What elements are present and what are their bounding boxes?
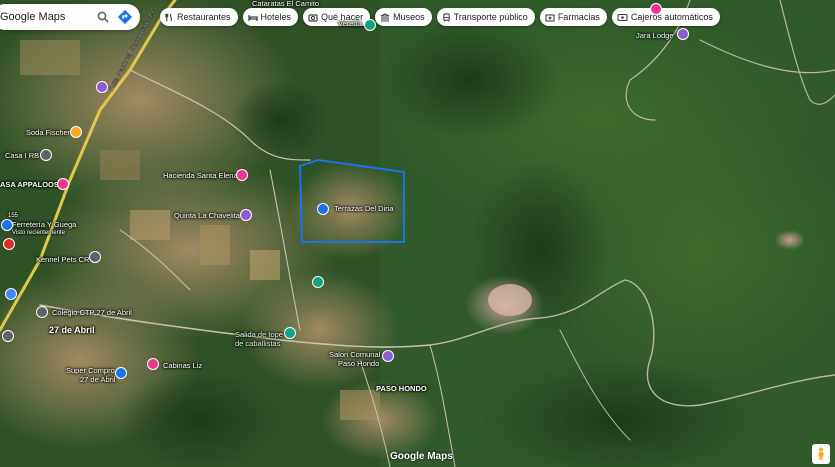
place-label-salida-2: de caballistas — [235, 339, 281, 348]
hotel-pin-icon[interactable] — [650, 3, 662, 15]
place-label-terrazas[interactable]: Terrazas Del Diria — [334, 204, 394, 213]
chip-cajeros-automaticos[interactable]: Cajeros automáticos — [611, 8, 720, 26]
chip-farmacias[interactable]: Farmacias — [539, 8, 607, 26]
flag-pin-icon[interactable] — [317, 203, 329, 215]
attraction-pin-icon[interactable] — [96, 81, 108, 93]
restaurant-pin-icon[interactable] — [70, 126, 82, 138]
place-label-quinta[interactable]: Quinta La Chavelita — [174, 211, 240, 220]
directions-icon[interactable] — [114, 6, 136, 28]
place-label-super[interactable]: Super Compro — [66, 366, 115, 375]
satellite-map[interactable]: Ruta Nacional Secundaria 155 — [0, 0, 835, 467]
hotel-pin-icon[interactable] — [236, 169, 248, 181]
school-pin-icon[interactable] — [5, 288, 17, 300]
nature-pin-icon[interactable] — [284, 327, 296, 339]
place-label-appaloosa[interactable]: ASA APPALOOSA — [0, 180, 64, 189]
attraction-pin-icon[interactable] — [240, 209, 252, 221]
google-maps-logo: Google Maps — [390, 451, 453, 462]
place-label-super-2: 27 de Abril — [80, 375, 116, 384]
museum-icon — [380, 12, 390, 22]
chip-restaurantes[interactable]: Restaurantes — [160, 8, 238, 26]
search-icon[interactable] — [92, 6, 114, 28]
place-pin-icon[interactable] — [40, 149, 52, 161]
school-pin-icon[interactable] — [36, 306, 48, 318]
pegman-icon[interactable] — [812, 444, 830, 464]
chip-transporte-publico[interactable]: Transporte público — [436, 8, 535, 26]
category-chips: Restaurantes Hoteles Qué hacer Museos Tr… — [160, 8, 720, 26]
nature-pin-icon[interactable] — [364, 19, 376, 31]
hotel-pin-icon[interactable] — [57, 178, 69, 190]
place-label-casa-rb[interactable]: Casa I RB — [5, 151, 39, 160]
place-label-salida[interactable]: Salida de tope — [235, 330, 283, 339]
place-label-cabinas[interactable]: Cabinas Liz — [163, 361, 202, 370]
place-pin-icon[interactable] — [2, 330, 14, 342]
place-label-paso-hondo[interactable]: PASO HONDO — [376, 384, 427, 393]
place-label-salon[interactable]: Salon Comunal — [329, 350, 380, 359]
shopping-pin-icon[interactable] — [115, 367, 127, 379]
recent-pin-icon[interactable] — [3, 238, 15, 250]
place-label-salon-2: Paso Hondo — [338, 359, 380, 368]
camera-icon — [308, 13, 318, 22]
place-label-hacienda[interactable]: Hacienda Santa Elena — [163, 171, 238, 180]
place-label-vereda[interactable]: Vereda — [338, 19, 362, 28]
nature-pin-icon[interactable] — [312, 276, 324, 288]
place-label-soda[interactable]: Soda Fischer — [26, 128, 70, 137]
place-label-ferreteria[interactable]: Ferretería Y Guega — [12, 220, 76, 229]
place-label-colegio[interactable]: Colegio CTP 27 de Abril — [52, 308, 132, 317]
attraction-pin-icon[interactable] — [677, 28, 689, 40]
place-label-kennel[interactable]: Kennel Pets CR — [36, 255, 89, 264]
fork-knife-icon — [165, 13, 172, 21]
pharmacy-icon — [545, 13, 555, 22]
hotel-pin-icon[interactable] — [147, 358, 159, 370]
bus-icon — [442, 12, 450, 22]
place-label-abril[interactable]: 27 de Abril — [49, 326, 95, 335]
place-label-cataratas[interactable]: Cataratas El Camito — [252, 0, 319, 8]
place-pin-icon[interactable] — [89, 251, 101, 263]
road-number-label: 155 — [8, 213, 19, 219]
chip-hoteles[interactable]: Hoteles — [242, 8, 299, 26]
atm-icon — [617, 13, 628, 21]
chip-museos[interactable]: Museos — [375, 8, 432, 26]
search-box[interactable]: Google Maps — [0, 4, 140, 30]
search-input[interactable]: Google Maps — [0, 11, 92, 23]
bed-icon — [247, 14, 258, 21]
attraction-pin-icon[interactable] — [382, 350, 394, 362]
place-label-jara[interactable]: Jara Lodge — [636, 31, 674, 40]
place-label-ferreteria-sub: Visto recientemente — [12, 230, 65, 236]
